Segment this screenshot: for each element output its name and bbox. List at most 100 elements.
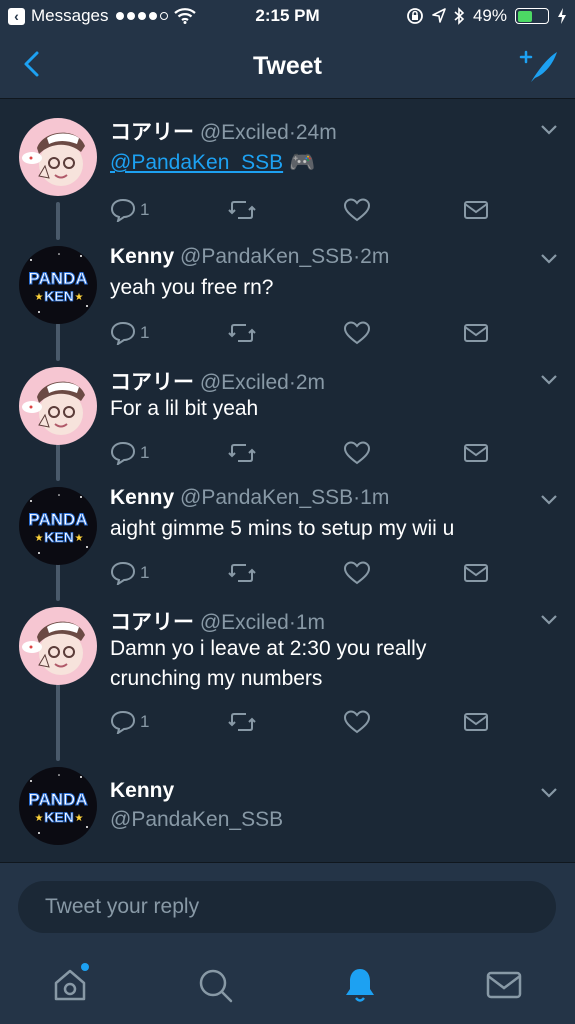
avatar[interactable] xyxy=(19,367,97,445)
reply-count: 1 xyxy=(140,200,150,219)
heart-icon xyxy=(344,198,370,222)
author-handle[interactable]: @Exciled xyxy=(200,121,289,144)
chevron-down-icon[interactable] xyxy=(539,251,559,265)
tweet-header: Kenny @PandaKen_SSB·1m xyxy=(110,486,389,510)
status-bar: ‹ Messages 2:15 PM 49% xyxy=(0,0,575,34)
tweet-text-line: crunching my numbers xyxy=(110,667,323,690)
retweet-button[interactable] xyxy=(228,197,256,223)
tweet[interactable]: PANDA KEN ★ ★ Kenny @PandaKen_SSB·2m yea… xyxy=(0,240,575,361)
reply-input[interactable] xyxy=(18,881,556,933)
ken-text: KEN xyxy=(44,288,74,304)
separator: · xyxy=(288,121,296,144)
panda-text: PANDA xyxy=(28,269,87,288)
tweet[interactable]: PANDA KEN ★ ★ Kenny @PandaKen_SSB·1m aig… xyxy=(0,481,575,601)
retweet-icon xyxy=(228,201,256,219)
chevron-down-icon[interactable] xyxy=(539,372,559,386)
retweet-button[interactable] xyxy=(228,320,256,346)
author-handle[interactable]: @PandaKen_SSB xyxy=(180,245,353,268)
avatar[interactable]: PANDA KEN ★ ★ xyxy=(19,246,97,324)
envelope-icon xyxy=(464,713,488,731)
tweet-actions: 1 xyxy=(110,560,510,586)
avatar[interactable]: PANDA KEN ★ ★ xyxy=(19,767,97,845)
author-name[interactable]: Kenny xyxy=(110,245,174,268)
author-name[interactable]: コアリー xyxy=(110,611,194,634)
reply-icon xyxy=(110,561,136,585)
like-button[interactable] xyxy=(344,197,370,223)
reply-author-handle[interactable]: @PandaKen_SSB xyxy=(110,805,525,835)
author-name[interactable]: コアリー xyxy=(110,371,194,394)
tweet[interactable]: コアリー @Exciled·1m Damn yo i leave at 2:30… xyxy=(0,601,575,761)
svg-text:★: ★ xyxy=(75,813,84,824)
avatar[interactable] xyxy=(19,607,97,685)
reply-button[interactable]: 1 xyxy=(110,560,149,586)
ken-text: KEN xyxy=(44,809,74,825)
retweet-button[interactable] xyxy=(228,709,256,735)
like-button[interactable] xyxy=(344,560,370,586)
panda-text: PANDA xyxy=(28,510,87,529)
tweet-header: Kenny @PandaKen_SSB·2m xyxy=(110,245,389,269)
direct-message-button[interactable] xyxy=(463,709,489,735)
page-title: Tweet xyxy=(253,52,322,80)
author-name[interactable]: Kenny xyxy=(110,779,174,802)
retweet-button[interactable] xyxy=(228,560,256,586)
svg-text:★: ★ xyxy=(35,533,44,544)
like-button[interactable] xyxy=(344,709,370,735)
search-icon[interactable] xyxy=(195,965,235,1005)
reply-button[interactable]: 1 xyxy=(110,709,149,735)
tweet-header: コアリー @Exciled·24m xyxy=(110,116,337,146)
author-name[interactable]: Kenny xyxy=(110,486,174,509)
reply-button[interactable]: 1 xyxy=(110,320,149,346)
chevron-down-icon[interactable] xyxy=(539,122,559,136)
direct-message-button[interactable] xyxy=(463,440,489,466)
heart-icon xyxy=(344,561,370,585)
like-button[interactable] xyxy=(344,320,370,346)
author-name[interactable]: コアリー xyxy=(110,121,194,144)
avatar-cartoon-icon xyxy=(19,607,97,685)
messages-envelope-icon[interactable] xyxy=(484,965,524,1005)
direct-message-button[interactable] xyxy=(463,560,489,586)
reply-composer xyxy=(0,862,575,949)
nav-bar: Tweet xyxy=(0,34,575,99)
tweet-actions: 1 xyxy=(110,320,510,346)
reply-button[interactable]: 1 xyxy=(110,197,149,223)
chevron-down-icon[interactable] xyxy=(539,785,559,799)
reply-author-name-line: Kenny xyxy=(110,779,174,803)
chevron-down-icon[interactable] xyxy=(539,612,559,626)
author-handle[interactable]: @PandaKen_SSB xyxy=(180,486,353,509)
separator: · xyxy=(288,611,296,634)
compose-tweet-icon[interactable] xyxy=(517,46,561,86)
svg-text:★: ★ xyxy=(35,813,44,824)
retweet-button[interactable] xyxy=(228,440,256,466)
avatar[interactable] xyxy=(19,118,97,196)
tweet-text: @PandaKen_SSB 🎮 xyxy=(110,148,525,178)
new-content-indicator xyxy=(81,963,89,971)
tweet[interactable]: コアリー @Exciled·2m For a lil bit yeah 1 xyxy=(0,361,575,481)
status-right: 49% xyxy=(406,6,567,26)
author-handle[interactable]: @Exciled xyxy=(200,611,289,634)
author-handle[interactable]: @Exciled xyxy=(200,371,289,394)
tweet-text-line: Damn yo i leave at 2:30 you really xyxy=(110,637,427,660)
chevron-down-icon[interactable] xyxy=(539,492,559,506)
battery-icon xyxy=(515,8,549,24)
tweet-header: コアリー @Exciled·2m xyxy=(110,366,325,396)
avatar[interactable]: PANDA KEN ★ ★ xyxy=(19,487,97,565)
mention-link[interactable]: @PandaKen_SSB xyxy=(110,151,283,174)
tweet-time: 2m xyxy=(295,371,326,394)
tweet-actions: 1 xyxy=(110,440,510,466)
separator: · xyxy=(288,371,296,394)
direct-message-button[interactable] xyxy=(463,320,489,346)
tweet[interactable]: コアリー @Exciled·24m @PandaKen_SSB 🎮 1 xyxy=(0,100,575,240)
svg-text:★: ★ xyxy=(75,533,84,544)
reply-button[interactable]: 1 xyxy=(110,440,149,466)
home-icon[interactable] xyxy=(50,965,90,1005)
heart-icon xyxy=(344,321,370,345)
like-button[interactable] xyxy=(344,440,370,466)
tweet-actions: 1 xyxy=(110,709,510,735)
reply-icon xyxy=(110,198,136,222)
panda-text: PANDA xyxy=(28,790,87,809)
direct-message-button[interactable] xyxy=(463,197,489,223)
notifications-bell-icon[interactable] xyxy=(340,965,380,1005)
avatar-cartoon-icon xyxy=(19,367,97,445)
controller-emoji: 🎮 xyxy=(288,151,316,174)
tweet-text: Damn yo i leave at 2:30 you really crunc… xyxy=(110,634,555,694)
